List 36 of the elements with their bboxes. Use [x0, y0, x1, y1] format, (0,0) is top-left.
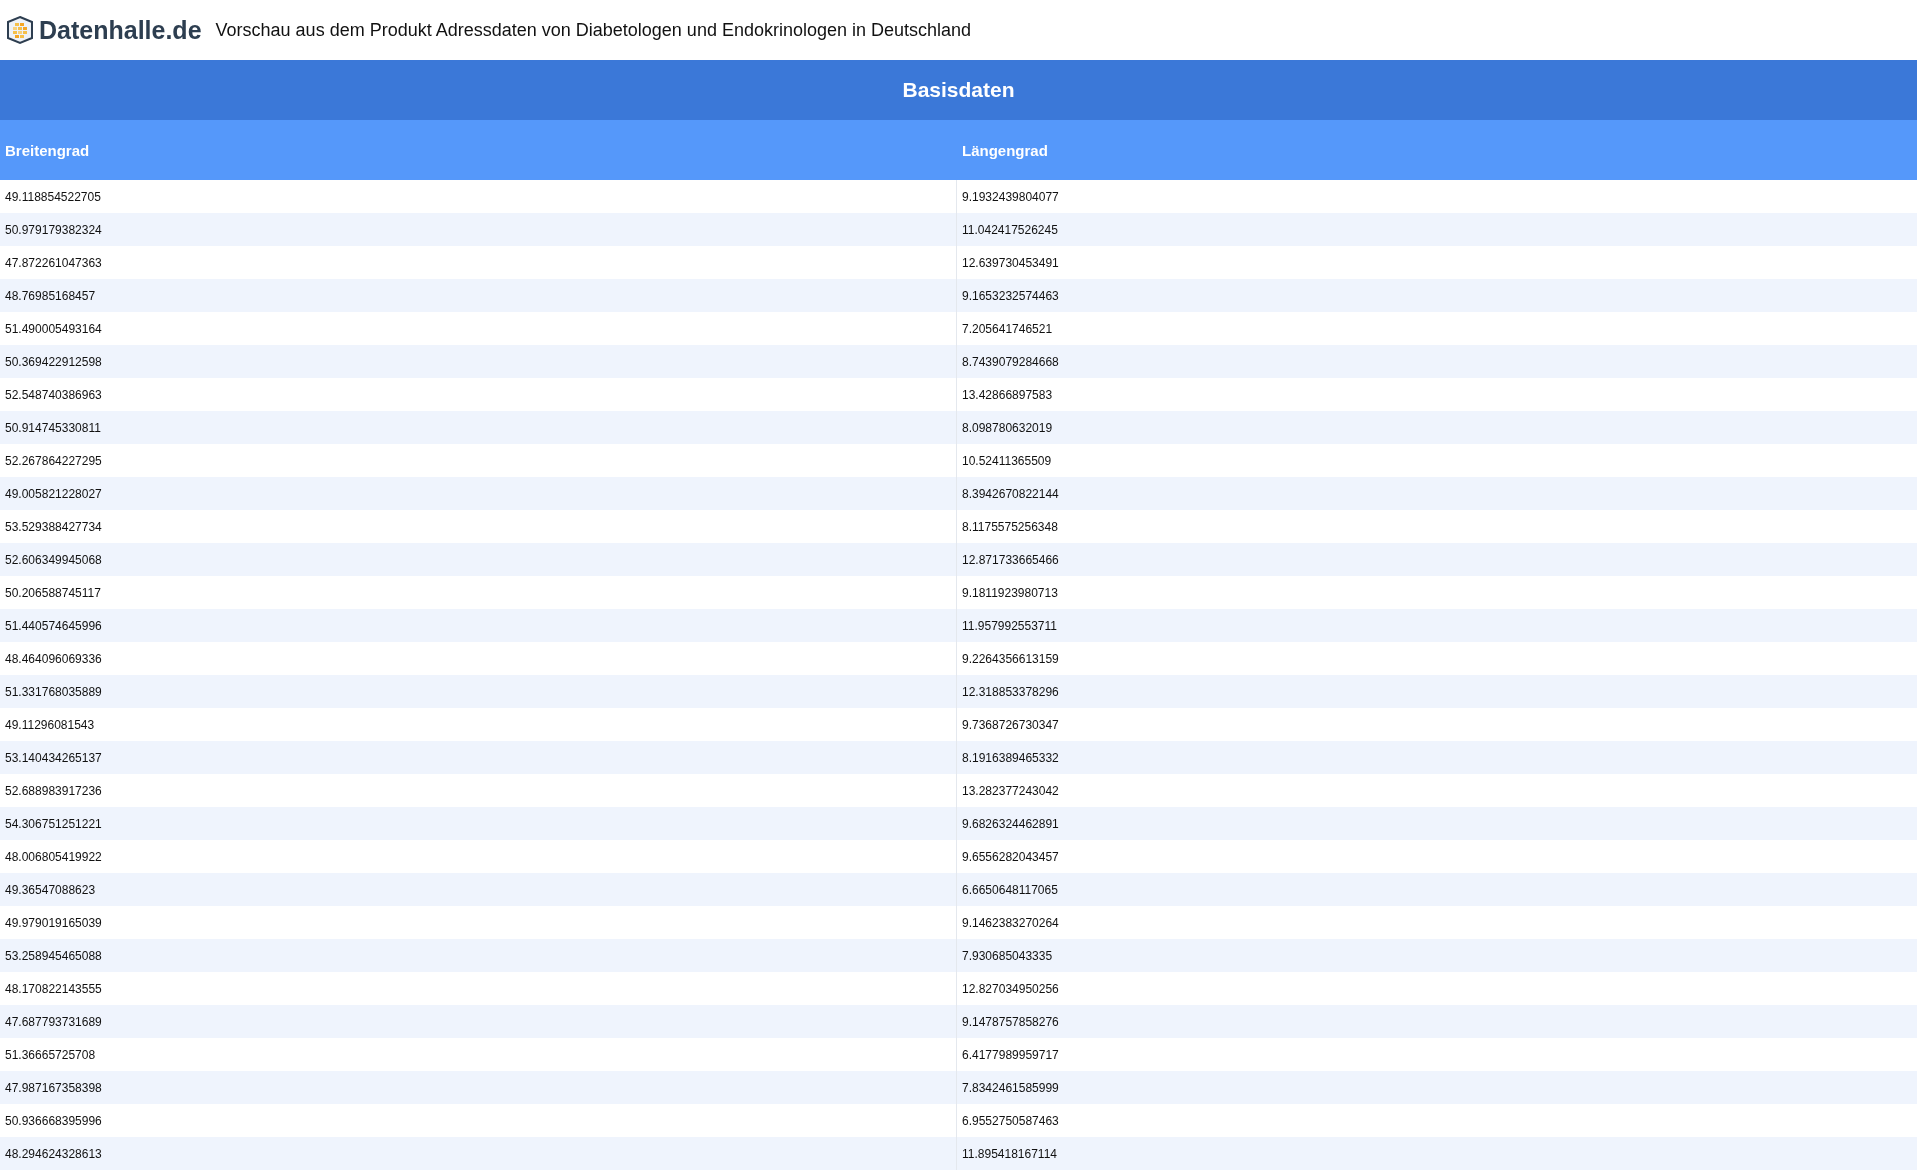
- table-cell: 50.369422912598: [0, 345, 957, 378]
- page-title: Vorschau aus dem Produkt Adressdaten von Diabetologen und Endokrinologen in Deutschland: [215, 19, 972, 41]
- table-cell: 8.7439079284668: [957, 345, 1917, 378]
- column-header: Längengrad: [957, 120, 1917, 180]
- table-cell: 51.331768035889: [0, 675, 957, 708]
- table-title: Basisdaten: [0, 60, 1917, 120]
- table-cell: 9.1653232574463: [957, 279, 1917, 312]
- table-cell: 8.3942670822144: [957, 477, 1917, 510]
- table-cell: 11.895418167114: [957, 1137, 1917, 1170]
- table-cell: 52.606349945068: [0, 543, 957, 576]
- table-cell: 12.318853378296: [957, 675, 1917, 708]
- table-cell: 51.440574645996: [0, 609, 957, 642]
- table-cell: 6.6650648117065: [957, 873, 1917, 906]
- table-cell: 8.098780632019: [957, 411, 1917, 444]
- table-cell: 11.957992553711: [957, 609, 1917, 642]
- table-cell: 53.258945465088: [0, 939, 957, 972]
- logo-icon: [5, 15, 35, 45]
- table-cell: 12.871733665466: [957, 543, 1917, 576]
- table-cell: 47.687793731689: [0, 1005, 957, 1038]
- table-cell: 9.6826324462891: [957, 807, 1917, 840]
- table-cell: 8.1916389465332: [957, 741, 1917, 774]
- table-cell: 50.979179382324: [0, 213, 957, 246]
- table-cell: 11.042417526245: [957, 213, 1917, 246]
- logo-text[interactable]: Datenhalle.de: [39, 15, 202, 45]
- table-cell: 49.005821228027: [0, 477, 957, 510]
- table-cell: 54.306751251221: [0, 807, 957, 840]
- table-cell: 49.36547088623: [0, 873, 957, 906]
- table-cell: 7.930685043335: [957, 939, 1917, 972]
- column-header: Breitengrad: [0, 120, 957, 180]
- table-cell: 53.140434265137: [0, 741, 957, 774]
- table-cell: 9.1478757858276: [957, 1005, 1917, 1038]
- table-cell: 48.76985168457: [0, 279, 957, 312]
- table-cell: 7.8342461585999: [957, 1071, 1917, 1104]
- table-cell: 50.914745330811: [0, 411, 957, 444]
- table-cell: 47.987167358398: [0, 1071, 957, 1104]
- table-cell: 48.294624328613: [0, 1137, 957, 1170]
